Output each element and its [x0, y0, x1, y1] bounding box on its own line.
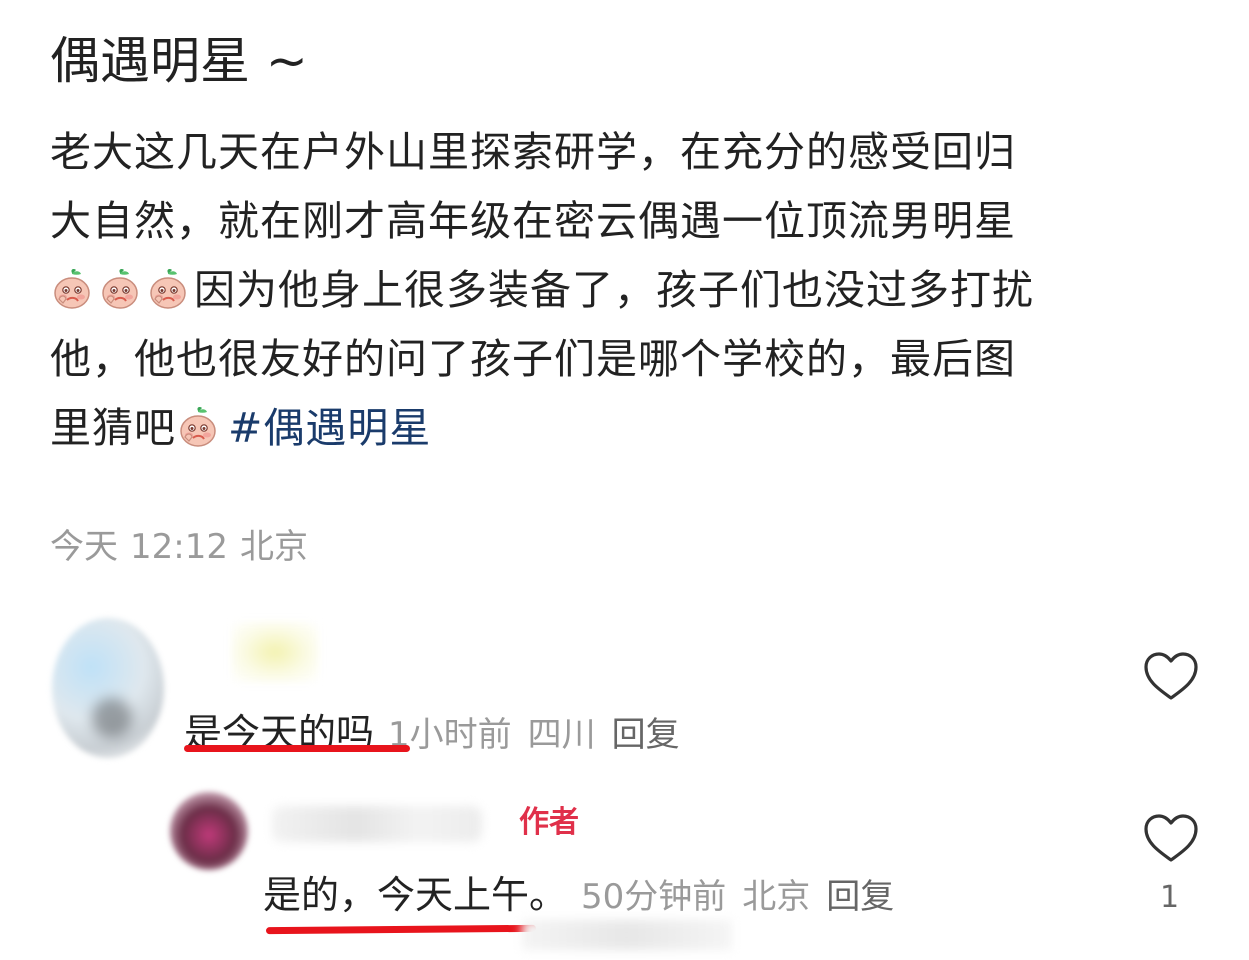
post-body: 老大这几天在户外山里探索研学，在充分的感受回归 大自然，就在刚才高年级在密云偶遇…: [50, 118, 1200, 463]
author-avatar[interactable]: [170, 792, 248, 870]
commenter-avatar[interactable]: [52, 618, 164, 758]
red-underline-annotation: [265, 924, 537, 935]
reply-button[interactable]: 回复: [612, 715, 680, 755]
author-name-blurred: [272, 806, 482, 842]
reply-item: 是的，今天上午。 50分钟前 北京 回复: [263, 870, 894, 922]
reply-text: 是的，今天上午。: [263, 873, 568, 917]
commenter-name-blurred: [232, 622, 318, 682]
post-body-line-last: 里猜吧 #偶遇明星: [50, 394, 1200, 463]
comment-meta: 1小时前 四川 回复: [388, 715, 680, 755]
peach-face-icon: [98, 267, 142, 311]
watermark-blurred: [522, 920, 732, 950]
heart-outline-icon[interactable]: [1142, 812, 1200, 864]
post-day: 今天: [50, 527, 118, 567]
post-body-line-text: 里猜吧: [50, 404, 176, 452]
comment-item: 是今天的吗 1小时前 四川 回复: [184, 708, 680, 760]
heart-outline-icon[interactable]: [1142, 650, 1200, 702]
post-body-line: 大自然，就在刚才高年级在密云偶遇一位顶流男明星: [50, 197, 1016, 245]
post-meta: 今天 12:12 北京: [50, 522, 308, 572]
reply-meta: 50分钟前 北京 回复: [581, 877, 894, 917]
reply-time: 50分钟前: [581, 877, 727, 917]
author-badge: 作者: [519, 805, 579, 840]
hashtag-link[interactable]: #偶遇明星: [228, 404, 431, 452]
reply-button[interactable]: 回复: [826, 877, 894, 917]
red-underline-annotation: [184, 745, 410, 752]
post-body-line: 他，他也很友好的问了孩子们是哪个学校的，最后图: [50, 335, 1016, 383]
like-count: 1: [1160, 880, 1180, 915]
post-location: 北京: [239, 527, 308, 567]
comment-location: 四川: [527, 715, 596, 755]
peach-face-icon: [50, 267, 94, 311]
reply-location: 北京: [742, 877, 811, 917]
post-body-line-with-emoji: 因为他身上很多装备了，孩子们也没过多打扰: [50, 256, 1200, 325]
peach-face-icon: [176, 405, 220, 449]
post-time: 12:12: [130, 527, 228, 567]
peach-face-icon: [146, 267, 190, 311]
post-body-line: 老大这几天在户外山里探索研学，在充分的感受回归: [50, 128, 1016, 176]
post-title: 偶遇明星 ~: [50, 32, 308, 90]
post-body-line-text: 因为他身上很多装备了，孩子们也没过多打扰: [194, 266, 1034, 314]
